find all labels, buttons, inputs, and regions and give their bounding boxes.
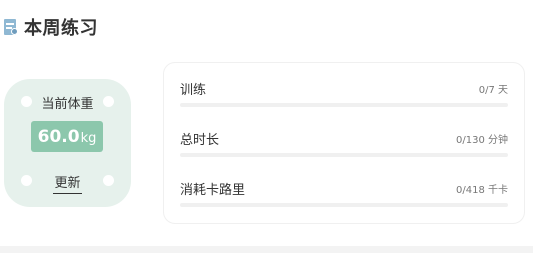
weight-unit: kg: [80, 130, 97, 146]
stat-progress-bar: [180, 153, 508, 157]
stat-value: 0/7 天: [478, 85, 508, 96]
weight-value: 60.0: [37, 126, 80, 147]
stat-label: 消耗卡路里: [180, 183, 246, 198]
stat-progress-bar: [180, 103, 508, 107]
weekly-stats-card: 训练 0/7 天 总时长 0/130 分钟 消耗卡路里 0/418 千卡: [163, 62, 525, 224]
section-header: 本周练习: [4, 14, 98, 40]
weight-scale-card: 当前体重 60.0 kg 更新: [4, 79, 131, 207]
stat-label: 总时长: [180, 133, 220, 148]
weight-display: 60.0 kg: [31, 121, 103, 152]
scale-knob-icon: [103, 175, 114, 186]
stat-value: 0/418 千卡: [456, 185, 508, 196]
section-divider: [0, 246, 533, 253]
update-weight-link[interactable]: 更新: [53, 172, 82, 194]
scale-knob-icon: [21, 175, 32, 186]
stat-value: 0/130 分钟: [456, 135, 508, 146]
report-icon: [4, 18, 18, 36]
current-weight-label: 当前体重: [41, 97, 94, 112]
weekly-practice-panel: 本周练习 当前体重 60.0 kg 更新 训练 0/7 天 总时长 0/130 …: [0, 0, 533, 253]
section-title: 本周练习: [24, 18, 98, 39]
stat-progress-bar: [180, 203, 508, 207]
stat-label: 训练: [180, 83, 207, 98]
